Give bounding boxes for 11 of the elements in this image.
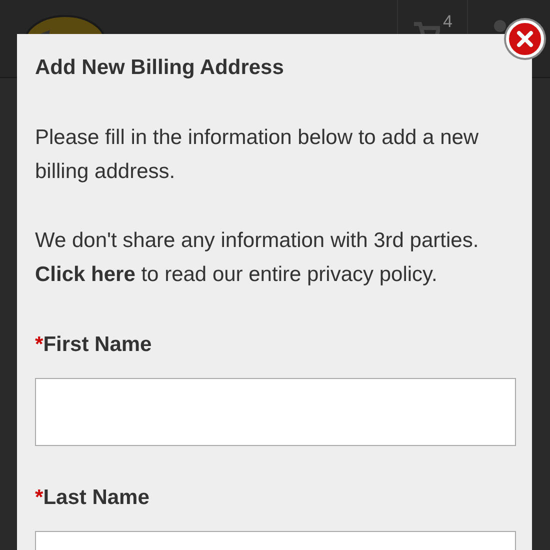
required-mark: * [35, 332, 44, 358]
dialog-title: Add New Billing Address [35, 55, 285, 81]
field-label: First Name [43, 332, 152, 358]
info-paragraph: We don't share any information with 3rd parties. Click here to read our entire privacy policy. [35, 228, 480, 288]
required-mark: * [35, 485, 44, 511]
info-paragraph: Please fill in the information below to add a new billing address. [35, 125, 480, 185]
cart-count: 4 [443, 11, 452, 33]
field-label: Last Name [43, 485, 150, 511]
close-button[interactable] [506, 20, 544, 58]
text-field[interactable] [35, 378, 516, 446]
close-icon [516, 30, 534, 48]
